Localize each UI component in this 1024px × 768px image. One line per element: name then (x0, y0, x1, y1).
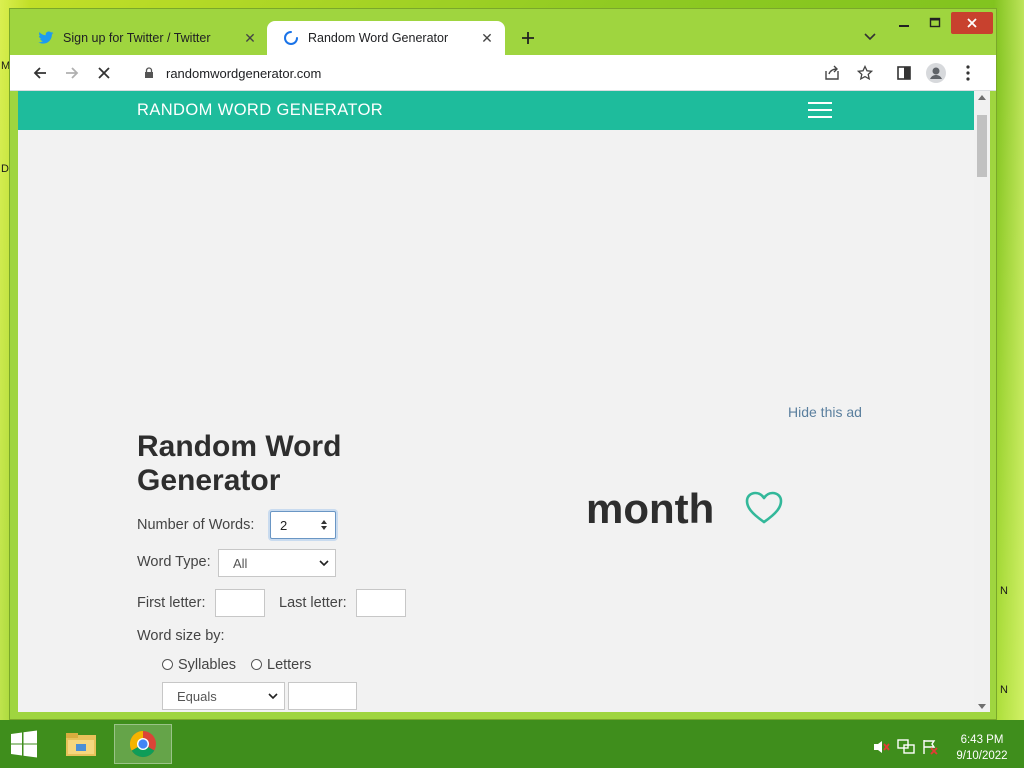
address-url: randomwordgenerator.com (166, 65, 322, 81)
plus-icon (522, 32, 534, 44)
scroll-up-icon[interactable] (978, 95, 986, 100)
number-of-words-value: 2 (280, 517, 288, 533)
generated-word: month (586, 485, 715, 532)
site-logo-link[interactable]: RANDOM WORD GENERATOR (137, 101, 383, 120)
share-icon (825, 65, 839, 80)
desktop-icon-label[interactable]: N (1000, 585, 1008, 597)
loading-spinner-icon (283, 30, 299, 46)
more-vertical-icon (966, 65, 970, 81)
stop-loading-button[interactable] (92, 61, 116, 85)
system-clock[interactable]: 6:43 PM 9/10/2022 (946, 732, 1018, 764)
number-of-words-label: Number of Words: (137, 517, 255, 533)
page-title: Random Word Generator (137, 430, 342, 497)
desktop-icon-label[interactable]: D (1, 163, 9, 175)
word-size-label: Word size by: (137, 628, 225, 644)
forward-button[interactable] (60, 61, 84, 85)
back-button[interactable] (28, 61, 52, 85)
minimize-icon (899, 25, 909, 27)
page-viewport: RANDOM WORD GENERATOR Hide this ad Rando… (18, 91, 974, 712)
folder-icon (66, 733, 96, 756)
word-type-value: All (233, 555, 248, 571)
side-panel-button[interactable] (892, 61, 916, 85)
size-comparison-value: Equals (177, 688, 217, 704)
syllables-radio-label[interactable]: Syllables (178, 657, 236, 673)
twitter-bird-icon (38, 30, 54, 46)
new-tab-button[interactable] (516, 26, 540, 50)
browser-window: Sign up for Twitter / Twitter ✕ Random W… (9, 8, 997, 720)
file-explorer-taskbar-button[interactable] (52, 724, 110, 764)
close-icon[interactable]: ✕ (242, 30, 258, 46)
star-icon (857, 65, 873, 81)
profile-button[interactable] (924, 61, 948, 85)
first-letter-input[interactable] (215, 589, 265, 617)
address-bar[interactable]: randomwordgenerator.com (128, 59, 816, 87)
syllables-radio[interactable] (162, 659, 173, 670)
arrow-right-icon (66, 67, 79, 79)
menu-button[interactable] (956, 61, 980, 85)
side-panel-icon (897, 66, 911, 80)
desktop-light-streak-right (994, 0, 1024, 720)
number-of-words-input[interactable]: 2 (270, 511, 336, 539)
last-letter-input[interactable] (356, 589, 406, 617)
close-icon[interactable]: ✕ (479, 30, 495, 46)
letters-radio-label[interactable]: Letters (267, 657, 311, 673)
window-close-button[interactable] (951, 12, 993, 34)
bookmark-button[interactable] (853, 61, 877, 85)
chevron-down-icon (864, 33, 876, 41)
clock-time: 6:43 PM (960, 734, 1004, 746)
close-icon (967, 18, 977, 28)
browser-toolbar: randomwordgenerator.com (10, 55, 996, 91)
desktop-icon-label[interactable]: N (1000, 684, 1008, 696)
word-type-label: Word Type: (137, 554, 211, 570)
scroll-down-icon[interactable] (978, 704, 986, 709)
start-button[interactable] (0, 720, 48, 768)
word-type-select[interactable]: All (218, 549, 336, 577)
chevron-down-icon (319, 560, 329, 567)
tab-label: Sign up for Twitter / Twitter (63, 31, 211, 45)
tab-twitter[interactable]: Sign up for Twitter / Twitter ✕ (22, 21, 268, 55)
site-header: RANDOM WORD GENERATOR (18, 91, 974, 130)
first-letter-label: First letter: (137, 595, 206, 611)
chrome-icon (129, 730, 156, 758)
taskbar: 6:43 PM 9/10/2022 (0, 720, 1024, 768)
chevron-down-icon (268, 693, 278, 700)
arrow-left-icon (33, 67, 46, 79)
spinner-arrows-icon (321, 520, 327, 530)
volume-muted-icon[interactable] (872, 739, 890, 755)
heart-icon[interactable] (745, 491, 783, 525)
page-scrollbar[interactable] (974, 91, 990, 712)
network-icon[interactable] (897, 739, 915, 755)
size-comparison-select[interactable]: Equals (162, 682, 285, 710)
last-letter-label: Last letter: (279, 595, 347, 611)
tab-random-word-generator[interactable]: Random Word Generator ✕ (267, 21, 505, 55)
minimize-button[interactable] (890, 12, 918, 34)
avatar-icon (926, 63, 946, 83)
tab-strip: Sign up for Twitter / Twitter ✕ Random W… (10, 9, 996, 55)
maximize-button[interactable] (921, 12, 949, 34)
close-icon (98, 67, 110, 79)
action-center-flag-icon[interactable] (921, 739, 939, 755)
scrollbar-thumb[interactable] (977, 115, 987, 177)
hamburger-menu-icon[interactable] (808, 102, 832, 120)
size-number-input[interactable] (288, 682, 357, 710)
hide-ad-link[interactable]: Hide this ad (788, 404, 862, 420)
lock-icon (134, 67, 164, 79)
letters-radio[interactable] (251, 659, 262, 670)
tab-search-button[interactable] (860, 27, 880, 47)
share-button[interactable] (820, 61, 844, 85)
clock-date: 9/10/2022 (956, 750, 1008, 762)
windows-logo-icon (11, 730, 37, 758)
maximize-icon (929, 17, 941, 28)
tab-label: Random Word Generator (308, 31, 449, 45)
chrome-taskbar-button[interactable] (114, 724, 172, 764)
